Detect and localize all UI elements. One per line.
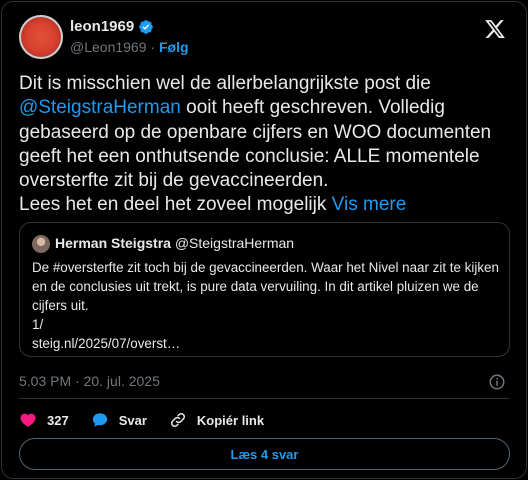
read-replies-button[interactable]: Læs 4 svar	[19, 438, 510, 470]
author-handle[interactable]: @Leon1969	[70, 39, 147, 55]
quoted-tweet[interactable]: Herman Steigstra @SteigstraHerman De #ov…	[19, 222, 510, 357]
author-name-row[interactable]: leon1969	[70, 18, 154, 35]
tweet-text-part3: Lees het en deel het zoveel mogelijk	[19, 194, 332, 216]
show-more-link[interactable]: Vis mere	[332, 194, 407, 215]
divider	[19, 398, 510, 399]
quoted-author-name: Herman Steigstra	[55, 235, 171, 251]
mention-link[interactable]: @SteigstraHerman	[19, 97, 181, 118]
handle-separator: ·	[150, 39, 156, 55]
quoted-author-handle: @SteigstraHerman	[174, 235, 295, 251]
author-name[interactable]: leon1969	[70, 18, 134, 35]
reply-button[interactable]: Svar	[91, 411, 147, 429]
heart-icon	[20, 413, 36, 427]
like-count: 327	[47, 412, 69, 428]
copy-link-button[interactable]: Kopiér link	[169, 411, 264, 429]
like-button[interactable]: 327	[19, 411, 69, 429]
quoted-text-thread-index: 1/	[32, 317, 44, 332]
read-replies-label: Læs 4 svar	[230, 446, 299, 462]
tweet-text: Dit is misschien wel de allerbelangrijks…	[19, 72, 514, 218]
copy-link-label: Kopiér link	[196, 412, 265, 428]
tweet-text-part1: Dit is misschien wel de allerbelangrijks…	[19, 73, 431, 94]
tweet-timestamp[interactable]: 5.03 PM · 20. jul. 2025	[19, 373, 160, 389]
follow-button[interactable]: Følg	[159, 39, 189, 55]
link-icon	[170, 412, 185, 428]
quoted-text-link: steig.nl/2025/07/overst…	[32, 336, 181, 351]
author-handle-row: @Leon1969 · Følg	[70, 39, 189, 55]
quoted-author-row: Herman Steigstra @SteigstraHerman	[55, 235, 294, 251]
action-bar: 327 Svar Kopiér link	[19, 410, 286, 430]
info-icon[interactable]	[488, 373, 506, 391]
tweet-card: leon1969 @Leon1969 · Følg Dit is misschi…	[1, 1, 527, 479]
reply-label: Svar	[118, 412, 147, 428]
reply-bubble-icon	[92, 413, 107, 427]
verified-badge-icon	[139, 19, 154, 34]
x-logo-icon[interactable]	[484, 18, 506, 40]
author-avatar[interactable]	[19, 15, 63, 59]
quoted-tweet-text: De #oversterfte zit toch bij de gevaccin…	[32, 258, 502, 353]
quoted-text-body: De #oversterfte zit toch bij de gevaccin…	[32, 260, 499, 313]
quoted-author-avatar	[32, 235, 50, 253]
